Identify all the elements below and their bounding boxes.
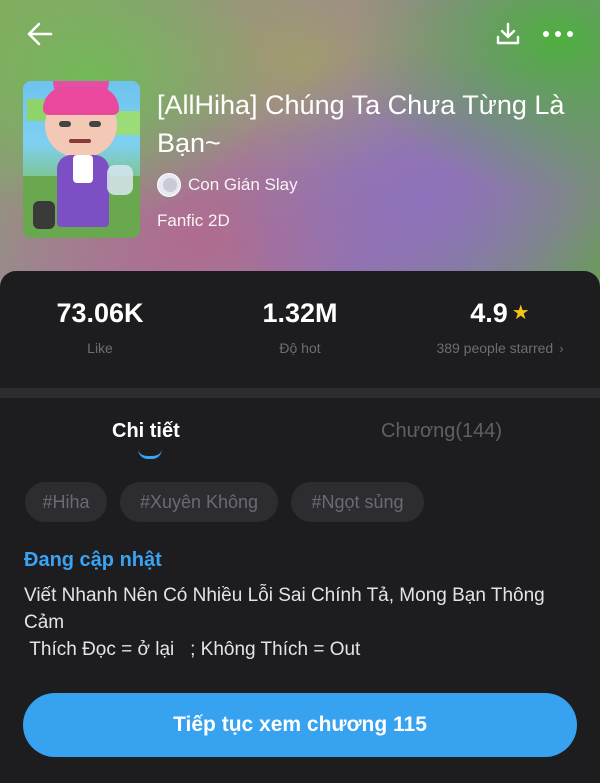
rating-stat[interactable]: 4.9 ★ 389 people starred › (415, 296, 585, 356)
cover-image[interactable] (23, 81, 140, 238)
arrow-left-icon (27, 22, 53, 46)
hot-stat: 1.32M Độ hot (240, 296, 360, 356)
rating-value: 4.9 (470, 298, 508, 328)
tab-chapters[interactable]: Chương(144) (381, 420, 502, 443)
author-link[interactable]: Con Gián Slay (157, 173, 298, 197)
tag-chip[interactable]: #Xuyên Không (120, 482, 278, 522)
story-description: Viết Nhanh Nên Có Nhiều Lỗi Sai Chính Tả… (24, 585, 545, 660)
story-title: [AllHiha] Chúng Ta Chưa Từng Là Bạn~ (157, 90, 565, 158)
star-icon: ★ (511, 302, 530, 324)
download-icon (496, 22, 520, 45)
tag-chip[interactable]: #Ngọt sủng (291, 482, 424, 522)
hot-label: Độ hot (279, 340, 321, 356)
download-button[interactable] (490, 16, 526, 52)
continue-reading-button[interactable]: Tiếp tục xem chương 115 (23, 693, 577, 757)
author-name: Con Gián Slay (188, 175, 298, 194)
tab-details[interactable]: Chi tiết (112, 420, 180, 443)
likes-stat: 73.06K Like (40, 296, 160, 356)
more-button[interactable] (540, 16, 576, 52)
story-genre: Fanfic 2D (157, 211, 230, 230)
likes-value: 73.06K (56, 298, 144, 328)
section-divider (0, 388, 600, 398)
chevron-right-icon: › (559, 341, 564, 356)
back-button[interactable] (22, 16, 58, 52)
rating-count: 389 people starred (436, 340, 554, 356)
tag-chip[interactable]: #Hiha (25, 482, 107, 522)
update-status: Đang cập nhật (24, 549, 162, 571)
likes-label: Like (87, 340, 113, 356)
author-avatar (157, 173, 181, 197)
more-horizontal-icon (543, 31, 573, 37)
hot-value: 1.32M (262, 298, 338, 328)
